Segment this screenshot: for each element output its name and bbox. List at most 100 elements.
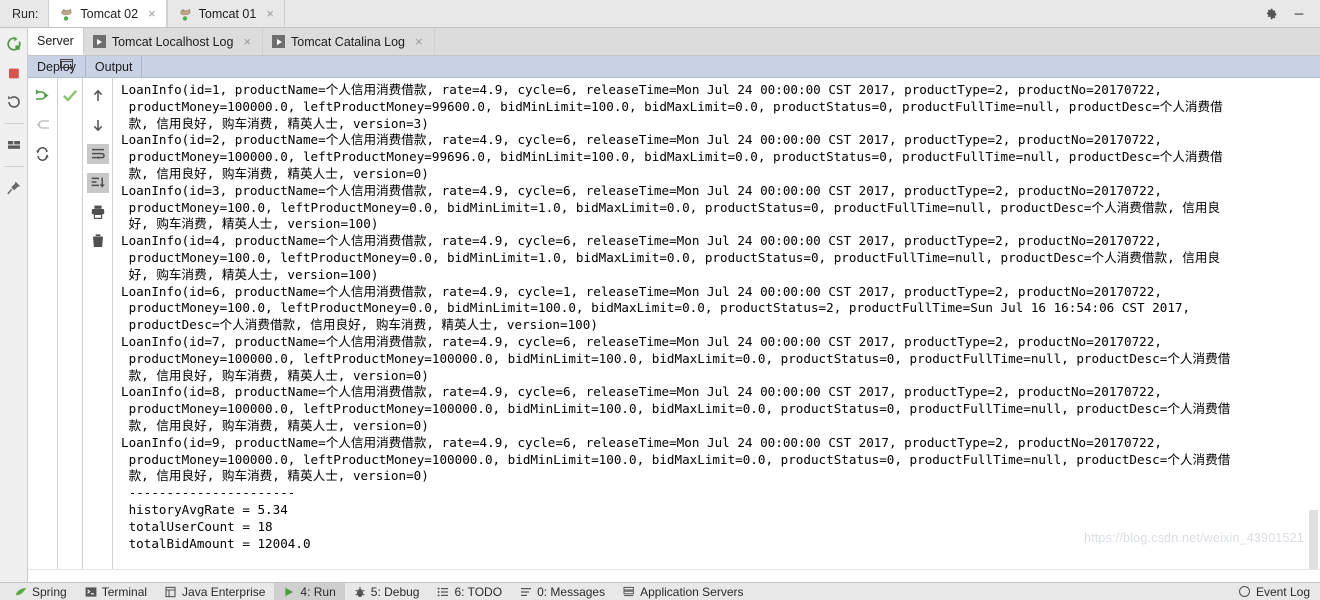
close-icon[interactable]: × [146,7,158,20]
status-item-label: 4: Run [300,584,336,599]
console-line: ---------------------- [121,485,296,501]
status-item-label: Application Servers [640,584,744,599]
status-item-label: 6: TODO [454,584,503,599]
play-icon [92,35,106,48]
run-tab-bar-spacer [285,0,1264,27]
run-side-toolbar [0,28,28,582]
pin-icon[interactable] [4,178,24,198]
deploy-overlay-icon [60,58,75,71]
console-line: 款, 信用良好, 购车消费, 精英人士, version=0) [121,367,429,383]
console-line: productMoney=100.0, leftProductMoney=0.0… [121,199,1221,215]
arrow-up-icon[interactable] [87,86,109,106]
tool-window-body: Server Tomcat Localhost Log × Tomcat Cat… [0,28,1320,582]
console-line: LoanInfo(id=2, productName=个人信用消费借款, rat… [121,132,1162,148]
settings-gear-icon[interactable] [1264,7,1278,21]
run-tab-bar-controls [1264,0,1320,27]
console-line: 好, 购车消费, 精英人士, version=100) [121,266,379,282]
console-line: LoanInfo(id=9, productName=个人信用消费借款, rat… [121,434,1162,450]
tab-tomcat-localhost-log[interactable]: Tomcat Localhost Log × [83,28,264,55]
console-line: 款, 信用良好, 购车消费, 精英人士, version=0) [121,417,429,433]
tab-tomcat-catalina-log[interactable]: Tomcat Catalina Log × [263,28,435,55]
status-item-run[interactable]: 4: Run [274,582,345,600]
toolbar-separator [3,123,24,124]
console-line: LoanInfo(id=6, productName=个人信用消费借款, rat… [121,283,1162,299]
soft-wrap-icon[interactable] [86,144,109,164]
console-line: totalUserCount = 18 [121,518,273,534]
toolbar-separator [3,166,24,167]
scroll-to-stacktrace-icon[interactable] [32,86,54,106]
console-vertical-scrollbar[interactable] [1307,78,1320,569]
debug-bug-icon [354,586,366,598]
close-icon[interactable]: × [413,35,425,48]
console-line: productMoney=100.0, leftProductMoney=0.0… [121,300,1191,316]
scroll-to-end-icon[interactable] [86,173,109,193]
console-scroll-pane[interactable]: LoanInfo(id=1, productName=个人信用消费借款, rat… [113,78,1320,569]
console-line: LoanInfo(id=8, productName=个人信用消费借款, rat… [121,384,1162,400]
run-tab-tomcat-02[interactable]: Tomcat 02 × [48,0,167,27]
status-item-todo[interactable]: 6: TODO [428,583,511,600]
console-line: LoanInfo(id=4, productName=个人信用消费借款, rat… [121,233,1162,249]
tab-label: Tomcat Localhost Log [111,34,234,49]
console-line: 好, 购车消费, 精英人士, version=100) [121,216,379,232]
console-line: productMoney=100.0, leftProductMoney=0.0… [121,249,1221,265]
status-item-application-servers[interactable]: Application Servers [614,583,752,600]
status-item-messages[interactable]: 0: Messages [511,583,614,600]
console-line: productDesc=个人消费借款, 信用良好, 购车消费, 精英人士, ve… [121,317,598,333]
status-item-label: 0: Messages [537,584,606,599]
content-column: Server Tomcat Localhost Log × Tomcat Cat… [28,28,1320,582]
minimize-icon[interactable] [1292,7,1306,21]
tab-server[interactable]: Server [28,28,84,55]
java-enterprise-icon [165,586,177,598]
console-vertical-scroll-thumb[interactable] [1309,510,1318,569]
terminal-icon [85,586,97,598]
todo-list-icon [437,586,449,598]
status-item-label: 5: Debug [370,584,420,599]
close-icon[interactable]: × [241,35,253,48]
status-item-terminal[interactable]: Terminal [76,583,156,600]
console-line: 款, 信用良好, 购车消费, 精英人士, version=3) [121,115,429,131]
status-item-java-enterprise[interactable]: Java Enterprise [156,583,274,600]
spring-leaf-icon [15,586,27,598]
rerun-icon[interactable] [4,34,24,54]
console-toolbar-left [28,78,58,569]
status-item-label: Spring [32,584,67,599]
restart-icon[interactable] [4,92,24,112]
console-horizontal-scrollbar[interactable] [28,569,1320,582]
play-icon [272,35,286,48]
console-area: LoanInfo(id=1, productName=个人信用消费借款, rat… [28,78,1320,569]
console-line: totalBidAmount = 12004.0 [121,535,311,551]
rerun-tests-icon[interactable] [32,144,54,164]
arrow-down-icon[interactable] [87,115,109,135]
checkmark-icon[interactable] [59,86,81,106]
log-tab-bar: Server Tomcat Localhost Log × Tomcat Cat… [28,28,1320,56]
status-item-label: Event Log [1255,584,1310,599]
server-sub-tab-bar: Deploy Output [28,56,1320,78]
status-item-debug[interactable]: 5: Debug [345,583,429,600]
run-tab-label: Tomcat 01 [198,6,257,21]
console-toolbar-middle [58,78,83,569]
stop-icon[interactable] [4,63,24,83]
console-line: 款, 信用良好, 购车消费, 精英人士, version=0) [121,468,429,484]
console-line: 款, 信用良好, 购车消费, 精英人士, version=0) [121,165,429,181]
clear-all-icon[interactable] [87,231,109,251]
tomcat-icon [178,7,193,21]
sub-tab-bar-filler [142,56,1320,77]
status-item-spring[interactable]: Spring [6,583,76,600]
status-item-event-log[interactable]: Event Log [1238,584,1320,599]
run-play-icon [283,586,295,598]
close-icon[interactable]: × [264,7,276,20]
console-toolbar-right [83,78,113,569]
status-item-label: Terminal [101,584,148,599]
console-line: LoanInfo(id=3, productName=个人信用消费借款, rat… [121,182,1162,198]
log-tab-bar-filler [434,28,1320,55]
run-tab-tomcat-01[interactable]: Tomcat 01 × [166,0,285,27]
console-line: productMoney=100000.0, leftProductMoney=… [121,350,1231,366]
subtab-output[interactable]: Output [85,56,143,77]
print-icon[interactable] [87,202,109,222]
console-line: LoanInfo(id=1, productName=个人信用消费借款, rat… [121,82,1162,97]
layout-icon[interactable] [4,135,24,155]
event-log-icon [1238,586,1250,597]
console-output[interactable]: LoanInfo(id=1, productName=个人信用消费借款, rat… [113,78,1320,569]
subtab-deploy[interactable]: Deploy [28,56,86,77]
tomcat-icon [59,7,74,21]
